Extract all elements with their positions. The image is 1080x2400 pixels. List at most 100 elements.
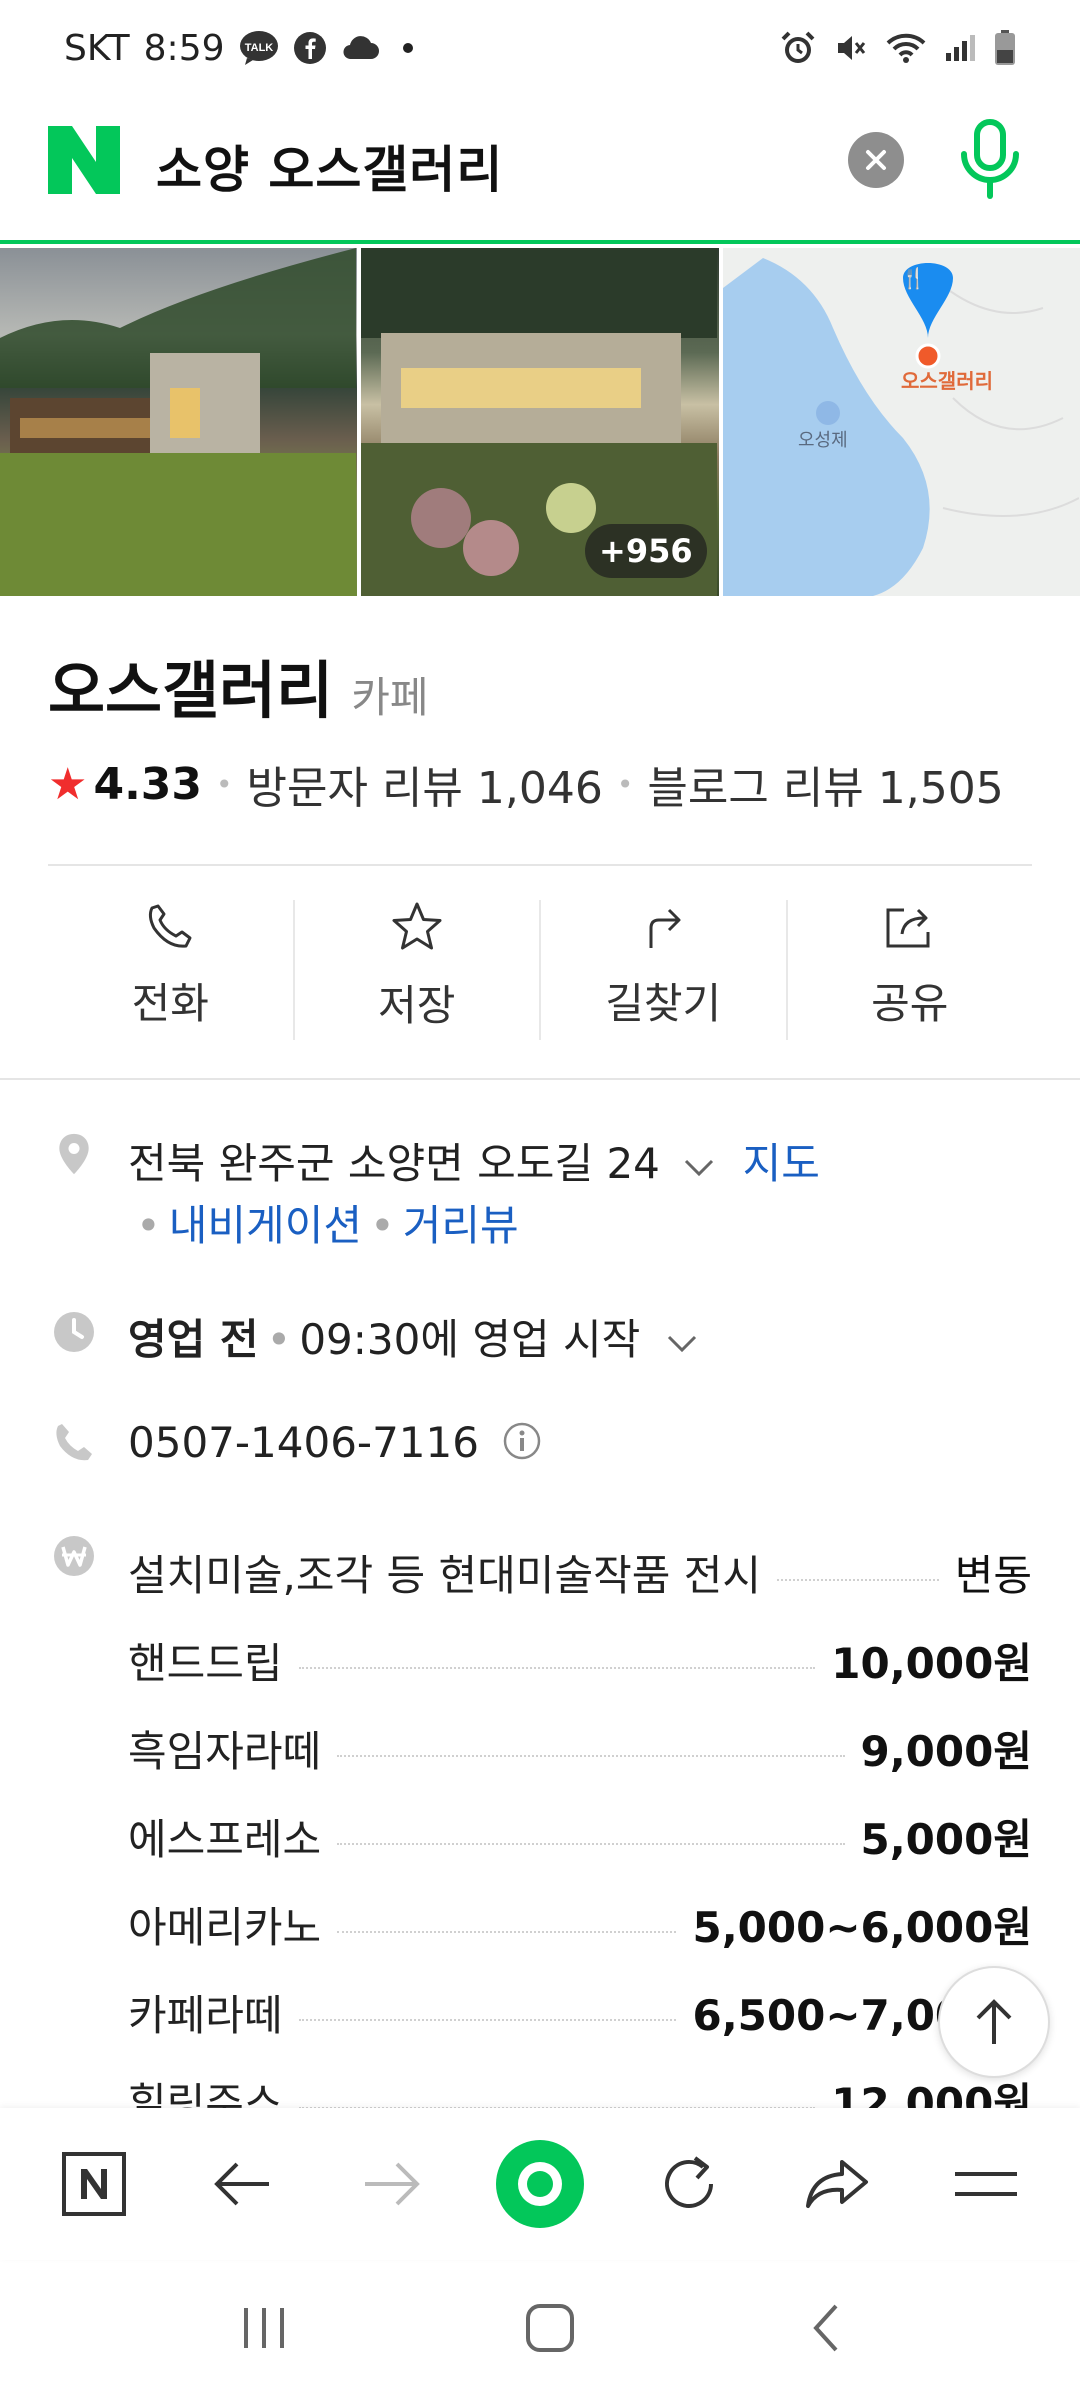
arrow-left-icon bbox=[214, 2162, 269, 2206]
info-icon[interactable] bbox=[502, 1421, 542, 1471]
phone-icon bbox=[149, 904, 192, 948]
clock-icon bbox=[54, 1312, 94, 1352]
save-button[interactable]: 저장 bbox=[295, 900, 541, 1040]
phone-icon bbox=[56, 1424, 92, 1461]
more-photos-badge[interactable]: +956 bbox=[585, 524, 707, 578]
menu-item: 핸드드립 10,000원 bbox=[128, 1616, 1032, 1704]
menu-item-price: 5,000원 bbox=[860, 1814, 1033, 1864]
system-back-button[interactable] bbox=[806, 2300, 846, 2360]
arrow-up-icon bbox=[976, 1999, 1012, 2044]
call-button[interactable]: 전화 bbox=[48, 900, 295, 1040]
photo-gallery: +956 🍴 오스갤러리 오성제 bbox=[0, 248, 1080, 596]
wifi-icon bbox=[886, 32, 926, 64]
refresh-button[interactable] bbox=[641, 2136, 737, 2232]
menu-item: 흑임자라떼 9,000원 bbox=[128, 1704, 1032, 1792]
phone-number[interactable]: 0507-1406-7116 bbox=[128, 1418, 479, 1467]
facebook-icon bbox=[293, 31, 327, 65]
place-photo[interactable] bbox=[0, 248, 358, 596]
recent-apps-button[interactable] bbox=[234, 2304, 294, 2356]
divider bbox=[48, 864, 1032, 866]
blog-reviews-link[interactable]: 블로그 리뷰 1,505 bbox=[647, 752, 1003, 816]
location-pin-icon bbox=[59, 1133, 89, 1175]
map-thumbnail[interactable]: 🍴 오스갤러리 오성제 bbox=[722, 248, 1080, 596]
search-input[interactable]: 소양 오스갤러리 bbox=[156, 130, 503, 202]
chevron-down-icon[interactable] bbox=[666, 1315, 698, 1364]
share-button[interactable]: 공유 bbox=[788, 900, 1033, 1040]
naver-home-button[interactable] bbox=[46, 2136, 142, 2232]
place-header: 오스갤러리 카페 bbox=[48, 640, 428, 730]
menu-item-name: 아메리카노 bbox=[128, 1902, 322, 1952]
save-label: 저장 bbox=[378, 981, 456, 1030]
action-bar: 전화 저장 길찾기 공유 bbox=[48, 900, 1032, 1040]
dotted-leader bbox=[337, 1843, 845, 1845]
menu-item-name: 에스프레소 bbox=[128, 1814, 322, 1864]
battery-icon bbox=[994, 30, 1016, 66]
directions-button[interactable]: 길찾기 bbox=[541, 900, 788, 1040]
rating-value: 4.33 bbox=[93, 758, 203, 810]
menu-item-name: 핸드드립 bbox=[128, 1638, 283, 1688]
signal-icon bbox=[944, 33, 976, 63]
hours-status: 영업 전 bbox=[128, 1315, 259, 1364]
share-icon bbox=[886, 908, 930, 948]
chevron-left-icon bbox=[813, 2304, 838, 2352]
menu-item: 에스프레소 5,000원 bbox=[128, 1792, 1032, 1880]
menu-item-name: 설치미술,조각 등 현대미술작품 전시 bbox=[128, 1550, 762, 1600]
arrow-right-icon bbox=[365, 2162, 421, 2206]
back-button[interactable] bbox=[195, 2136, 291, 2232]
forward-button[interactable] bbox=[343, 2136, 439, 2232]
call-label: 전화 bbox=[131, 979, 209, 1028]
home-icon bbox=[526, 2304, 574, 2352]
map-label-lake: 오성제 bbox=[798, 430, 848, 450]
home-button[interactable] bbox=[522, 2300, 578, 2360]
menu-item-price: 10,000원 bbox=[831, 1638, 1032, 1688]
star-icon: ★ bbox=[48, 758, 88, 810]
chevron-down-icon[interactable] bbox=[683, 1139, 715, 1188]
dotted-leader bbox=[298, 1667, 816, 1669]
share-label: 공유 bbox=[871, 979, 949, 1028]
carrier-label: SKT bbox=[64, 27, 130, 69]
mute-icon bbox=[834, 31, 868, 65]
menu-item: 카페라떼 6,500~7,000원 bbox=[128, 1968, 1032, 2056]
share-page-button[interactable] bbox=[789, 2136, 885, 2232]
place-category: 카페 bbox=[351, 673, 429, 722]
menu-item: 아메리카노 5,000~6,000원 bbox=[128, 1880, 1032, 1968]
place-photo[interactable]: +956 bbox=[361, 248, 719, 596]
menu-item-price: 변동 bbox=[954, 1550, 1032, 1600]
svg-text:TALK: TALK bbox=[244, 42, 273, 54]
notification-dot bbox=[402, 43, 413, 53]
dotted-leader bbox=[337, 1755, 845, 1757]
scroll-to-top-button[interactable] bbox=[938, 1966, 1050, 2078]
map-label-place: 오스갤러리 bbox=[901, 370, 993, 393]
navigation-link[interactable]: 내비게이션 bbox=[169, 1201, 362, 1250]
voice-search-button[interactable] bbox=[950, 118, 1030, 202]
naver-logo-icon[interactable] bbox=[48, 126, 120, 194]
address-row: 전북 완주군 소양면 오도길 24 지도 bbox=[128, 1130, 820, 1191]
green-dot-icon bbox=[495, 2140, 584, 2228]
refresh-icon bbox=[664, 2156, 713, 2208]
cloud-icon bbox=[341, 35, 379, 61]
greendot-button[interactable] bbox=[492, 2136, 588, 2232]
star-outline-icon bbox=[392, 902, 442, 950]
visitor-reviews-link[interactable]: 방문자 리뷰 1,046 bbox=[247, 752, 603, 816]
hamburger-menu-icon bbox=[954, 2172, 1017, 2196]
hours-row[interactable]: 영업 전 • 09:30에 영업 시작 bbox=[128, 1306, 698, 1367]
won-currency-icon bbox=[54, 1536, 94, 1576]
clock: 8:59 bbox=[143, 27, 225, 69]
map-link[interactable]: 지도 bbox=[743, 1139, 820, 1188]
place-name: 오스갤러리 bbox=[48, 654, 334, 727]
address-text[interactable]: 전북 완주군 소양면 오도길 24 bbox=[128, 1139, 660, 1188]
directions-label: 길찾기 bbox=[605, 979, 722, 1028]
svg-text:🍴: 🍴 bbox=[901, 266, 926, 290]
naver-n-icon bbox=[62, 2152, 127, 2216]
menu-item: 설치미술,조각 등 현대미술작품 전시 변동 bbox=[128, 1528, 1032, 1616]
menu-item-price: 5,000~6,000원 bbox=[692, 1902, 1032, 1952]
status-bar: SKT 8:59 TALK bbox=[0, 0, 1080, 96]
phone-row[interactable]: 0507-1406-7116 bbox=[128, 1418, 542, 1471]
street-view-link[interactable]: 거리뷰 bbox=[403, 1201, 519, 1250]
clear-search-button[interactable] bbox=[848, 132, 904, 188]
menu-button[interactable] bbox=[938, 2136, 1034, 2232]
menu-item-price: 9,000원 bbox=[860, 1726, 1033, 1776]
system-nav-bar bbox=[0, 2260, 1080, 2400]
search-bar: 소양 오스갤러리 bbox=[0, 96, 1080, 244]
directions-icon bbox=[649, 908, 681, 948]
